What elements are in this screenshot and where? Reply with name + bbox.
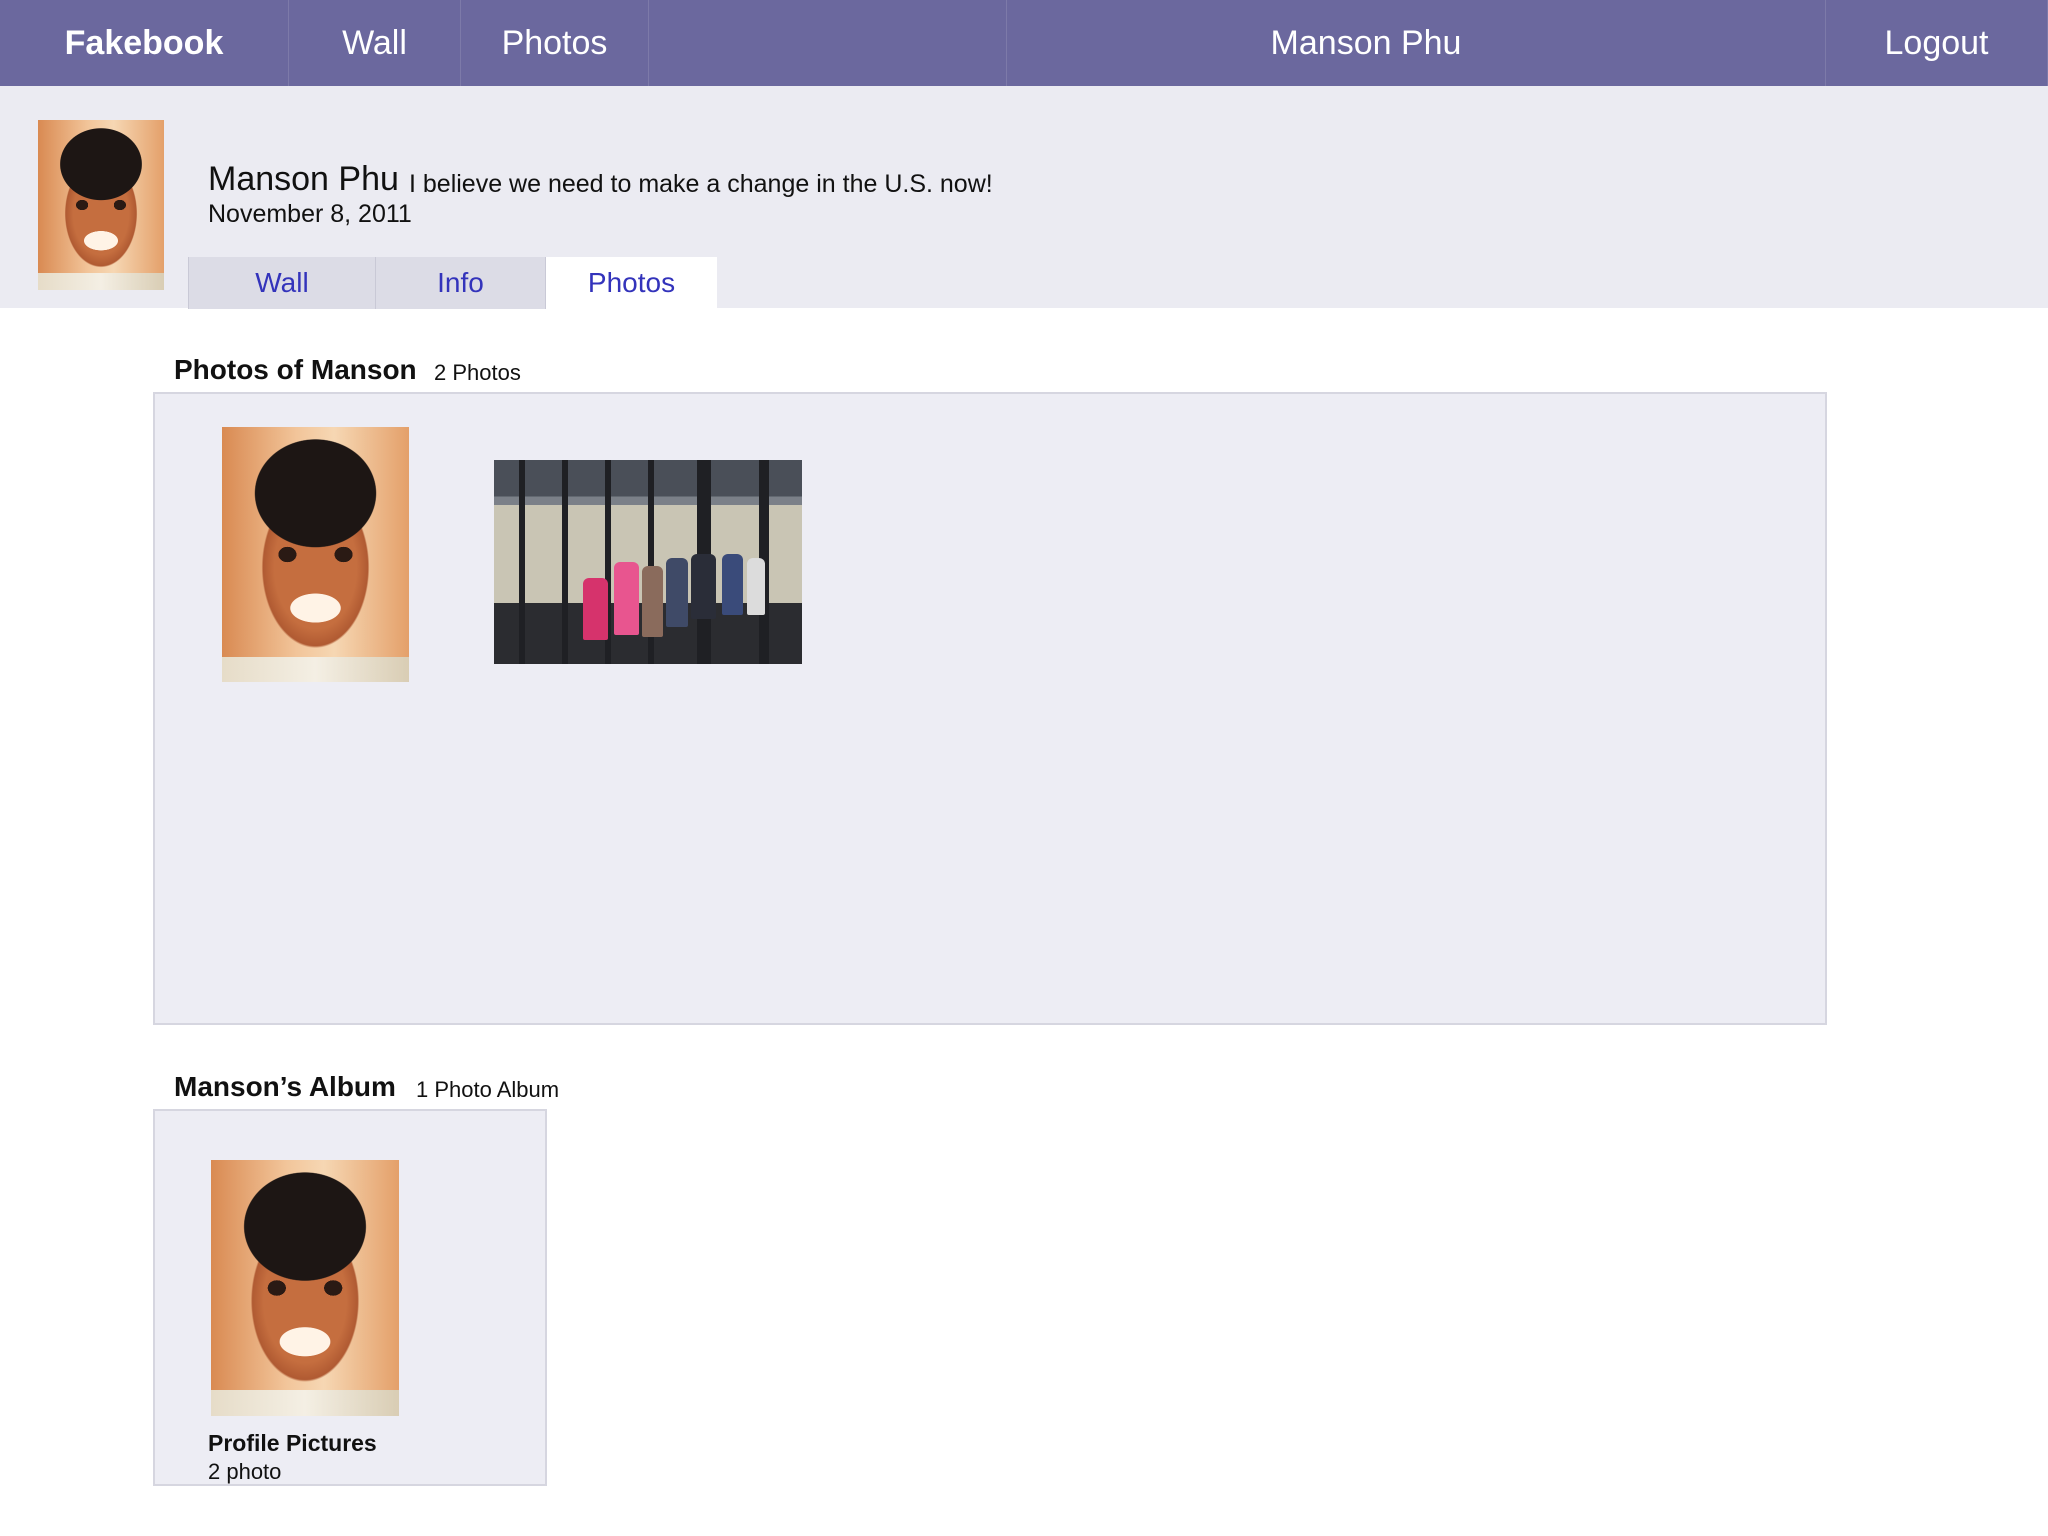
brand-logo[interactable]: Fakebook: [0, 0, 289, 86]
album-section-count: 1 Photo Album: [416, 1077, 560, 1102]
nav-spacer: [649, 0, 1007, 86]
tab-wall[interactable]: Wall: [188, 257, 375, 309]
nav-photos-link[interactable]: Photos: [461, 0, 649, 86]
photo-thumbnail-portrait[interactable]: [222, 427, 409, 682]
album-section-title: Manson’s Album: [174, 1071, 396, 1102]
tab-info[interactable]: Info: [375, 257, 545, 309]
tab-photos[interactable]: Photos: [545, 257, 717, 309]
album-name[interactable]: Profile Pictures: [208, 1430, 377, 1457]
logout-link[interactable]: Logout: [1826, 0, 2048, 86]
photos-section-title: Photos of Manson: [174, 354, 417, 385]
album-cover[interactable]: [211, 1160, 399, 1416]
album-photo-count: 2 photo: [208, 1459, 282, 1484]
photo-thumbnail-crowd[interactable]: [494, 460, 802, 664]
profile-picture[interactable]: [38, 120, 164, 290]
photos-section-count: 2 Photos: [434, 360, 521, 385]
nav-user-link[interactable]: Manson Phu: [1007, 0, 1826, 86]
top-nav-bar: Fakebook Wall Photos Manson Phu Logout: [0, 0, 2048, 86]
profile-status: I believe we need to make a change in th…: [409, 170, 993, 198]
nav-wall-link[interactable]: Wall: [289, 0, 461, 86]
profile-name[interactable]: Manson Phu: [208, 160, 399, 199]
profile-date: November 8, 2011: [208, 200, 412, 228]
